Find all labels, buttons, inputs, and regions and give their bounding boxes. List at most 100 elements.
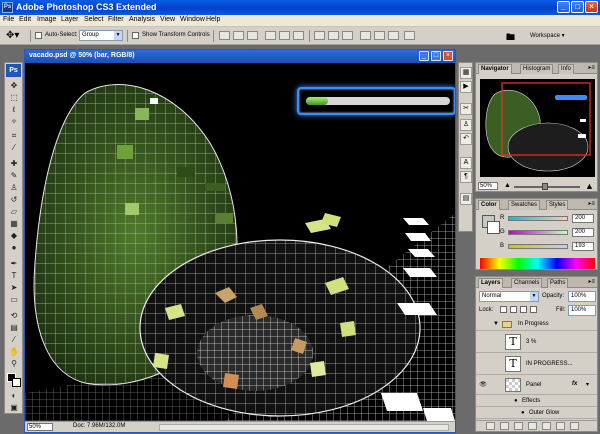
- distribute-top-icon[interactable]: [314, 31, 325, 40]
- zoom-slider-handle[interactable]: [542, 183, 548, 190]
- distribute-bottom-icon[interactable]: [342, 31, 353, 40]
- workspace-menu[interactable]: Workspace ▾: [530, 32, 565, 39]
- menu-analysis[interactable]: Analysis: [129, 16, 155, 23]
- fx-icon[interactable]: fx: [572, 381, 577, 387]
- healing-brush-icon[interactable]: ✚: [8, 159, 20, 168]
- layer-group-row[interactable]: ▼ In Progress: [476, 318, 597, 331]
- palette-well-icon[interactable]: 🖿: [506, 30, 515, 46]
- navigator-zoom-field[interactable]: 50%: [478, 182, 498, 190]
- tab-paths[interactable]: Paths: [547, 278, 569, 288]
- background-color-swatch[interactable]: [487, 221, 500, 234]
- visibility-toggle[interactable]: [479, 338, 487, 346]
- menu-filter[interactable]: Filter: [108, 16, 124, 23]
- show-transform-checkbox[interactable]: [132, 32, 139, 39]
- visibility-toggle[interactable]: [479, 360, 487, 368]
- panel-menu-icon[interactable]: ▸≡: [588, 278, 595, 285]
- character-icon[interactable]: A: [460, 157, 472, 169]
- menu-edit[interactable]: Edit: [19, 16, 31, 23]
- maximize-button[interactable]: □: [571, 1, 584, 13]
- close-button[interactable]: ×: [585, 1, 598, 13]
- doc-close-button[interactable]: ×: [443, 51, 453, 61]
- background-color-swatch[interactable]: [12, 378, 21, 387]
- clone-stamp-icon[interactable]: ♙: [8, 183, 20, 192]
- eraser-icon[interactable]: ▱: [8, 207, 20, 216]
- tab-styles[interactable]: Styles: [546, 200, 569, 210]
- blue-slider[interactable]: [508, 244, 568, 249]
- horizontal-scrollbar[interactable]: [159, 424, 449, 431]
- add-style-icon[interactable]: [500, 422, 509, 430]
- minimize-button[interactable]: _: [557, 1, 570, 13]
- effect-visibility-icon[interactable]: ●: [521, 410, 525, 416]
- distribute-hcenter-icon[interactable]: [374, 31, 385, 40]
- adjustment-layer-icon[interactable]: [528, 422, 537, 430]
- layer-comps-icon[interactable]: ▤: [460, 193, 472, 205]
- align-vcenter-icon[interactable]: [233, 31, 244, 40]
- hand-tool-icon[interactable]: ✋: [8, 347, 20, 356]
- menu-select[interactable]: Select: [84, 16, 103, 23]
- quick-mask-icon[interactable]: ◐: [8, 391, 20, 400]
- tab-histogram[interactable]: Histogram: [520, 64, 554, 74]
- green-value[interactable]: 200: [572, 228, 594, 237]
- navigator-thumbnail[interactable]: [480, 79, 595, 177]
- menu-layer[interactable]: Layer: [61, 16, 79, 23]
- lock-position-icon[interactable]: [520, 306, 527, 313]
- tab-color[interactable]: Color: [478, 200, 500, 210]
- blend-mode-dropdown[interactable]: Normal ▼: [479, 291, 539, 302]
- auto-select-dropdown[interactable]: Group ▼: [79, 30, 123, 41]
- tool-presets-icon[interactable]: ✂: [460, 103, 472, 115]
- red-value[interactable]: 200: [572, 214, 594, 223]
- eyedropper-icon[interactable]: ⁄: [8, 143, 20, 152]
- menu-image[interactable]: Image: [37, 16, 56, 23]
- expand-triangle-icon[interactable]: ▾: [586, 381, 589, 388]
- tab-swatches[interactable]: Swatches: [508, 200, 541, 210]
- screen-mode-icon[interactable]: ▣: [8, 403, 20, 412]
- zoom-in-icon[interactable]: ▲: [585, 181, 594, 191]
- blur-tool-icon[interactable]: ◆: [8, 231, 20, 240]
- crop-tool-icon[interactable]: ⌗: [8, 131, 20, 140]
- delete-layer-icon[interactable]: [570, 422, 579, 430]
- align-top-icon[interactable]: [219, 31, 230, 40]
- new-group-icon[interactable]: [542, 422, 551, 430]
- fill-field[interactable]: 100%: [568, 305, 596, 316]
- history-icon[interactable]: ↶: [460, 133, 472, 145]
- new-layer-icon[interactable]: [556, 422, 565, 430]
- lock-pixels-icon[interactable]: [510, 306, 517, 313]
- doc-minimize-button[interactable]: _: [419, 51, 429, 61]
- align-right-icon[interactable]: [293, 31, 304, 40]
- brush-tool-icon[interactable]: ✎: [8, 171, 20, 180]
- type-tool-icon[interactable]: T: [8, 271, 20, 280]
- path-select-icon[interactable]: ➤: [8, 283, 20, 292]
- eyedropper-tool-icon[interactable]: ⁄: [8, 335, 20, 344]
- distribute-left-icon[interactable]: [360, 31, 371, 40]
- zoom-field[interactable]: 50%: [27, 423, 53, 431]
- add-mask-icon[interactable]: [514, 422, 523, 430]
- pen-tool-icon[interactable]: ✒: [8, 259, 20, 268]
- panel-menu-icon[interactable]: ▸≡: [588, 200, 595, 207]
- zoom-out-icon[interactable]: ▲: [504, 182, 511, 189]
- blue-value[interactable]: 193: [572, 242, 594, 251]
- layer-row[interactable]: T IN PROGRESS...: [476, 354, 597, 375]
- expand-triangle-icon[interactable]: ▼: [493, 321, 499, 327]
- effect-visibility-icon[interactable]: ●: [514, 398, 518, 404]
- color-spectrum[interactable]: [480, 258, 595, 269]
- distribute-right-icon[interactable]: [388, 31, 399, 40]
- image-canvas[interactable]: [25, 63, 455, 421]
- layer-row[interactable]: T 3 %: [476, 332, 597, 353]
- menu-help[interactable]: Help: [206, 16, 220, 23]
- menu-view[interactable]: View: [160, 16, 175, 23]
- lasso-tool-icon[interactable]: ℓ: [8, 105, 20, 114]
- actions-icon[interactable]: ▶: [460, 81, 472, 93]
- auto-align-icon[interactable]: [404, 31, 415, 40]
- shape-tool-icon[interactable]: ▭: [8, 295, 20, 304]
- gradient-tool-icon[interactable]: ▦: [8, 219, 20, 228]
- visibility-toggle[interactable]: [479, 321, 487, 329]
- menu-file[interactable]: File: [3, 16, 14, 23]
- tab-navigator[interactable]: Navigator: [478, 64, 512, 74]
- move-tool-icon[interactable]: ✥: [8, 81, 20, 90]
- layer-row[interactable]: 👁 Panel fx ▾: [476, 376, 597, 395]
- eye-icon[interactable]: 👁: [479, 381, 487, 389]
- notes-tool-icon[interactable]: ▤: [8, 323, 20, 332]
- lock-all-icon[interactable]: [530, 306, 537, 313]
- red-slider[interactable]: [508, 216, 568, 221]
- 3d-rotate-icon[interactable]: ⟲: [8, 311, 20, 320]
